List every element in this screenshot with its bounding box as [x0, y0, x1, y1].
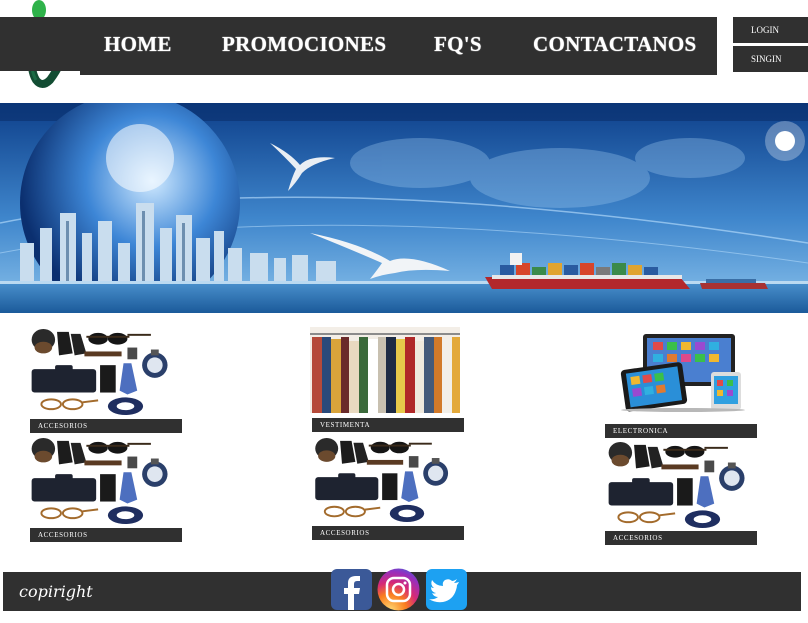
copyright-text: copiright [19, 582, 93, 601]
product-label[interactable]: ACCESORIOS [312, 526, 464, 540]
product-card[interactable]: VESTIMENTA [310, 327, 464, 433]
banner-image [0, 103, 808, 313]
nav-faq-link[interactable]: FQ'S [434, 32, 482, 57]
product-label[interactable]: VESTIMENTA [312, 418, 464, 432]
product-card[interactable]: ELECTRONICA [605, 332, 757, 438]
product-card[interactable]: ACCESORIOS [605, 441, 757, 547]
twitter-icon[interactable] [425, 568, 468, 611]
nav-left-strip [0, 17, 80, 71]
product-label[interactable]: ACCESORIOS [30, 528, 182, 542]
product-label[interactable]: ACCESORIOS [30, 419, 182, 433]
facebook-icon[interactable] [330, 568, 373, 611]
product-image [310, 437, 460, 523]
product-image [28, 328, 178, 416]
product-image [605, 441, 755, 529]
product-card[interactable]: ACCESORIOS [310, 437, 464, 541]
product-image [613, 332, 753, 412]
product-image [310, 327, 460, 413]
main-nav: HOME PROMOCIONES FQ'S CONTACTANOS [80, 17, 717, 75]
nav-contact-link[interactable]: CONTACTANOS [533, 32, 697, 57]
hero-banner [0, 103, 808, 313]
product-label[interactable]: ELECTRONICA [605, 424, 757, 438]
product-card[interactable]: ACCESORIOS [28, 437, 182, 543]
nav-home-link[interactable]: HOME [104, 32, 172, 57]
signin-button[interactable]: SINGIN [733, 46, 808, 72]
instagram-icon[interactable] [377, 568, 420, 611]
product-label[interactable]: ACCESORIOS [605, 531, 757, 545]
product-card[interactable]: ACCESORIOS [28, 328, 182, 434]
login-button[interactable]: LOGIN [733, 17, 808, 43]
product-image [28, 437, 178, 525]
nav-promotions-link[interactable]: PROMOCIONES [222, 32, 386, 57]
